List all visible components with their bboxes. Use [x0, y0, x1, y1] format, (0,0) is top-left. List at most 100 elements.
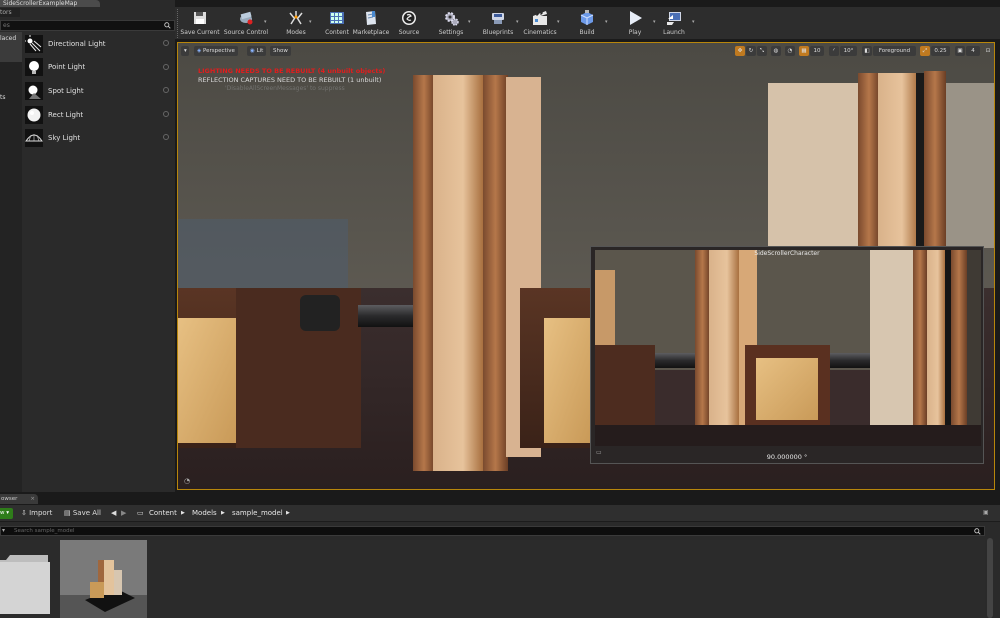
rotation-snap-value[interactable]: 10° [840, 46, 857, 56]
help-icon[interactable] [163, 110, 169, 117]
class-search-box[interactable]: es [0, 20, 175, 31]
history-back-icon[interactable]: ◀ [111, 509, 116, 517]
breadcrumb-separator-icon[interactable]: ▶ [181, 510, 185, 516]
asset-search-input[interactable]: Search sample_model [14, 528, 75, 534]
directional-light-icon [25, 34, 43, 53]
chevron-down-icon: ▾ [184, 48, 187, 54]
asset-scrollbar[interactable] [987, 538, 993, 618]
import-icon: ⇩ [21, 509, 27, 517]
button-label: Save Current [180, 29, 220, 36]
source-control-button[interactable]: Source Control ▾ [221, 7, 271, 40]
asset-search-box[interactable]: ▾ Search sample_model [0, 526, 985, 536]
show-button[interactable]: Show [270, 46, 291, 56]
scale-snap-value[interactable]: 0.25 [931, 46, 950, 56]
folder-icon[interactable] [0, 552, 52, 616]
surface-snap-icon[interactable]: ◔ [785, 46, 795, 56]
breadcrumb-sample-model[interactable]: sample_model [232, 509, 283, 517]
dropdown-arrow-icon[interactable]: ▾ [692, 19, 695, 25]
save-current-button[interactable]: Save Current [175, 7, 225, 40]
save-all-button[interactable]: ▤ Save All [64, 509, 101, 517]
launch-icon [667, 12, 681, 25]
save-all-label: Save All [72, 509, 101, 517]
list-item-spot-light[interactable]: Spot Light [23, 79, 175, 103]
perspective-button[interactable]: ◈ Perspective [194, 46, 238, 56]
transform-move-icon[interactable]: ✥ [735, 46, 745, 56]
layer-icon[interactable]: ◧ [862, 46, 872, 56]
settings-icon [445, 12, 459, 26]
content-icon [330, 12, 344, 24]
lit-icon: ◉ [250, 48, 255, 54]
list-item-sky-light[interactable]: Sky Light [23, 126, 175, 150]
build-button[interactable]: Build ▾ [562, 7, 612, 40]
help-icon[interactable] [163, 134, 169, 141]
filter-dropdown-icon[interactable]: ▾ [2, 527, 5, 534]
light-items-list: Directional Light Point Light Spot Light… [23, 32, 175, 150]
search-icon [164, 22, 171, 29]
camera-speed-icon[interactable]: ▣ [955, 46, 965, 56]
maximize-viewport-icon[interactable]: ⊡ [983, 46, 993, 56]
category-recently-placed[interactable]: laced [0, 32, 22, 62]
perspective-label: Perspective [202, 48, 235, 54]
modes-tab[interactable]: tors [0, 8, 20, 17]
class-search-input[interactable]: es [3, 22, 10, 29]
breadcrumb-content[interactable]: Content [149, 509, 177, 517]
level-viewport[interactable]: ▾ ◈ Perspective ◉ Lit Show LIGHTING NEED… [177, 42, 995, 490]
breadcrumb-separator-icon[interactable]: ▶ [221, 510, 225, 516]
button-label: Launch [663, 29, 685, 36]
rect-light-icon [25, 105, 43, 124]
scale-snap-icon[interactable]: ⤢ [920, 46, 930, 56]
camera-speed-value[interactable]: 4 [966, 46, 980, 56]
pip-title: SideScrollerCharacter [754, 250, 820, 257]
layer-dropdown[interactable]: Foreground [873, 46, 916, 56]
world-space-icon[interactable]: ◍ [771, 46, 781, 56]
add-new-button[interactable]: w ▾ [0, 508, 13, 519]
save-all-icon: ▤ [64, 509, 71, 517]
realtime-indicator-icon: ◔ [184, 477, 191, 485]
list-item-rect-light[interactable]: Rect Light [23, 103, 175, 127]
viewport-options-button[interactable]: ▾ [181, 46, 189, 56]
launch-button[interactable]: Launch ▾ [649, 7, 699, 40]
content-browser: w ▾ ⇩ Import ▤ Save All ◀ ▶ ▭ Content ▶ … [0, 505, 1000, 618]
import-button[interactable]: ⇩ Import [21, 509, 52, 517]
content-browser-tab-label: owser [1, 496, 18, 502]
add-new-label: w ▾ [0, 510, 10, 516]
history-forward-icon[interactable]: ▶ [121, 509, 126, 517]
content-browser-tab[interactable]: owser × [0, 494, 38, 504]
help-icon[interactable] [163, 40, 169, 46]
suppress-messages-hint: 'DisableAllScreenMessages' to suppress [225, 85, 345, 92]
show-label: Show [273, 48, 288, 54]
close-icon[interactable]: × [30, 494, 35, 504]
lit-label: Lit [256, 48, 264, 54]
asset-thumbnail-sample-model[interactable] [60, 540, 147, 618]
grid-snap-icon[interactable]: ▦ [799, 46, 809, 56]
help-icon[interactable] [163, 87, 169, 94]
perspective-icon: ◈ [197, 48, 202, 54]
rotation-snap-icon[interactable]: ◜ [829, 46, 839, 56]
list-item-directional-light[interactable]: Directional Light [23, 32, 175, 56]
cinematics-button[interactable]: Cinematics ▾ [515, 7, 565, 40]
list-item-point-light[interactable]: Point Light [23, 56, 175, 80]
button-label: Build [579, 29, 595, 36]
lit-button[interactable]: ◉ Lit [247, 46, 267, 56]
transform-scale-icon[interactable]: ⤡ [757, 46, 767, 56]
lighting-warning: LIGHTING NEEDS TO BE REBUILT (4 unbuilt … [198, 67, 386, 75]
dropdown-arrow-icon[interactable]: ▾ [468, 19, 471, 25]
marketplace-icon [366, 11, 376, 25]
folder-icon[interactable]: ▭ [137, 509, 144, 517]
dropdown-arrow-icon[interactable]: ▾ [557, 19, 560, 25]
grid-snap-value[interactable]: 10 [810, 46, 824, 56]
button-label: Settings [438, 29, 464, 36]
reflection-warning: REFLECTION CAPTURES NEED TO BE REBUILT (… [198, 76, 382, 84]
level-tab[interactable]: SideScrollerExampleMap [0, 0, 100, 7]
lock-icon[interactable]: ▣ [983, 509, 989, 516]
category-lights[interactable]: ts [0, 94, 22, 101]
settings-button[interactable]: Settings ▾ [426, 7, 476, 40]
spot-light-icon [25, 81, 43, 100]
transform-rotate-icon[interactable]: ↻ [746, 46, 756, 56]
breadcrumb-models[interactable]: Models [192, 509, 217, 517]
breadcrumb-separator-icon[interactable]: ▶ [286, 510, 290, 516]
pip-rotation-value: 90.000000 ° [766, 453, 808, 461]
help-icon[interactable] [163, 63, 169, 70]
dropdown-arrow-icon[interactable]: ▾ [605, 19, 608, 25]
dropdown-arrow-icon[interactable]: ▾ [264, 19, 267, 25]
